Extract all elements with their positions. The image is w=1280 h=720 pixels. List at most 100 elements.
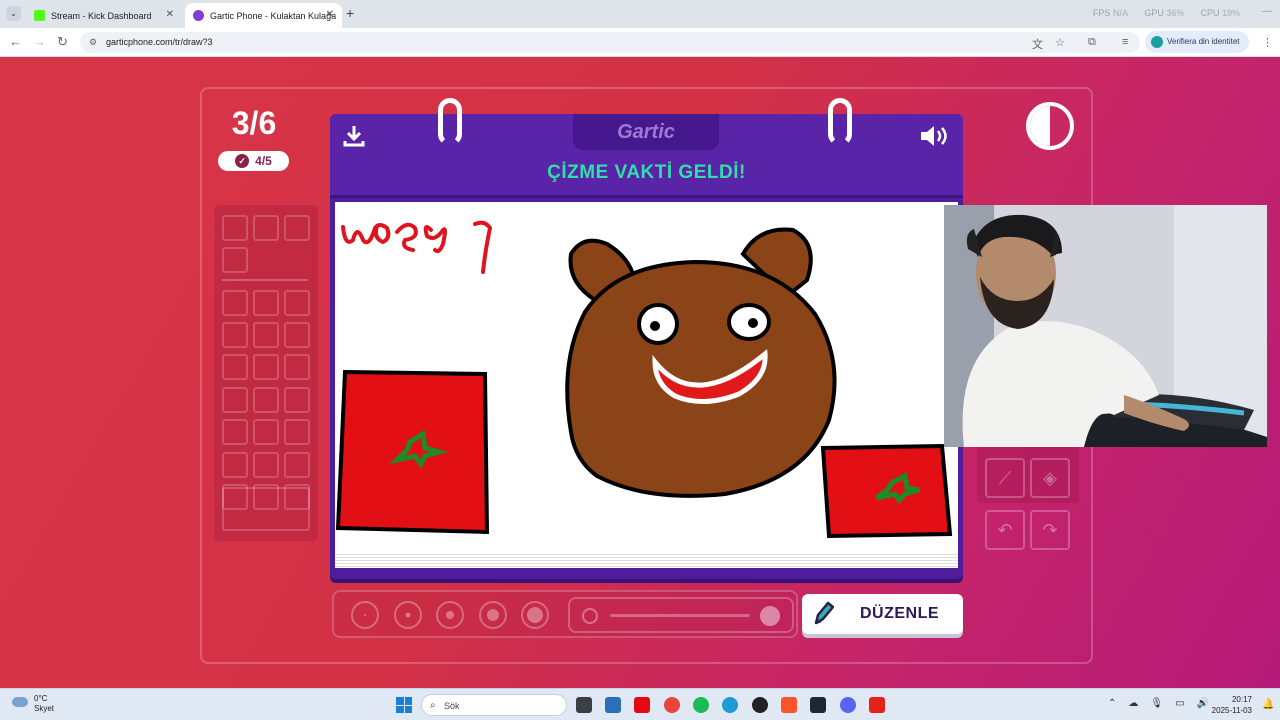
chrome-icon[interactable] bbox=[664, 697, 680, 713]
notebook-header: Gartic ÇİZME VAKTİ GELDİ! bbox=[330, 114, 963, 198]
palette-swatch[interactable] bbox=[253, 322, 279, 348]
forward-icon[interactable]: → bbox=[33, 34, 46, 49]
gpu-label: GPU bbox=[1144, 8, 1164, 18]
opacity-track bbox=[610, 614, 750, 617]
palette-swatch[interactable] bbox=[284, 387, 310, 413]
download-icon[interactable] bbox=[342, 124, 366, 148]
window-controls[interactable]: — bbox=[1262, 6, 1272, 17]
profile-button[interactable]: Verifiera din identitet bbox=[1145, 31, 1249, 53]
steam-icon[interactable] bbox=[810, 697, 826, 713]
brush-size-1[interactable] bbox=[351, 601, 379, 629]
palette-swatch[interactable] bbox=[222, 322, 248, 348]
windows-taskbar: 0°C Skyet ⌕ Sök ⌃ ☁ 🎙 ▭ 🔊 20:17 2025-11-… bbox=[0, 688, 1280, 720]
palette-swatch[interactable] bbox=[284, 322, 310, 348]
menu-icon[interactable]: ⋮ bbox=[1262, 36, 1273, 49]
file-explorer-icon[interactable] bbox=[605, 697, 621, 713]
palette-swatch[interactable] bbox=[253, 452, 279, 478]
tab-kick-dashboard[interactable]: Stream - Kick Dashboard ✕ bbox=[26, 3, 182, 28]
close-tab-icon[interactable]: ✕ bbox=[326, 9, 334, 20]
drawing-canvas[interactable] bbox=[335, 202, 958, 564]
palette-swatch[interactable] bbox=[253, 387, 279, 413]
reading-list-icon[interactable]: ≡ bbox=[1122, 36, 1128, 48]
brush-size-4[interactable] bbox=[479, 601, 507, 629]
webcam-overlay bbox=[944, 205, 1267, 447]
edit-button[interactable]: DÜZENLE bbox=[802, 594, 963, 634]
fill-tool-icon[interactable]: ◈ bbox=[1030, 458, 1070, 498]
palette-swatch[interactable] bbox=[253, 354, 279, 380]
brush-size-2[interactable] bbox=[394, 601, 422, 629]
drawing-svg bbox=[335, 220, 953, 539]
tray-overflow-icon[interactable]: ⌃ bbox=[1108, 698, 1116, 709]
close-tab-icon[interactable]: ✕ bbox=[166, 9, 174, 20]
opacity-knob[interactable] bbox=[760, 606, 780, 626]
search-icon: ⌕ bbox=[430, 700, 436, 711]
palette-swatch[interactable] bbox=[222, 387, 248, 413]
task-view-icon[interactable] bbox=[576, 697, 592, 713]
volume-icon[interactable]: 🔊 bbox=[1197, 698, 1209, 709]
taskbar-clock[interactable]: 20:17 2025-11-03 bbox=[1210, 694, 1252, 716]
site-info-icon[interactable]: ⚙ bbox=[89, 32, 97, 53]
clock-time: 20:17 bbox=[1231, 695, 1252, 704]
tab-search-dropdown[interactable]: ⌄ bbox=[6, 6, 21, 21]
draw-prompt-heading: ÇİZME VAKTİ GELDİ! bbox=[547, 162, 746, 183]
fps-label: FPS bbox=[1092, 8, 1111, 18]
undo-icon[interactable]: ↶ bbox=[985, 510, 1025, 550]
edge-icon[interactable] bbox=[722, 697, 738, 713]
palette-swatch[interactable] bbox=[253, 215, 279, 241]
weather-widget[interactable]: 0°C Skyet bbox=[12, 694, 54, 714]
spotify-icon[interactable] bbox=[693, 697, 709, 713]
line-tool-icon[interactable]: ⟋ bbox=[985, 458, 1025, 498]
tab-gartic-phone[interactable]: Gartic Phone - Kulaktan Kulağa ✕ bbox=[185, 3, 342, 28]
webcam-feed bbox=[944, 205, 1267, 447]
redo-icon[interactable]: ↷ bbox=[1030, 510, 1070, 550]
opacity-min-indicator bbox=[582, 608, 598, 624]
onedrive-icon[interactable]: ☁ bbox=[1128, 698, 1138, 709]
drawing-notebook: Gartic ÇİZME VAKTİ GELDİ! bbox=[330, 98, 963, 579]
microphone-icon[interactable]: 🎙 bbox=[1150, 698, 1163, 709]
brush-size-5[interactable] bbox=[521, 601, 549, 629]
discord-icon[interactable] bbox=[840, 697, 856, 713]
system-stats-overlay: FPS N/A GPU 36% CPU 19% bbox=[1093, 8, 1240, 18]
palette-swatch[interactable] bbox=[222, 290, 248, 316]
palette-swatch[interactable] bbox=[222, 247, 248, 273]
network-icon[interactable]: ▭ bbox=[1175, 698, 1184, 709]
palette-swatch[interactable] bbox=[222, 452, 248, 478]
address-bar[interactable]: ⚙ garticphone.com/tr/draw?3 bbox=[80, 32, 1140, 53]
cpu-value: 19% bbox=[1221, 8, 1240, 18]
tab-title: Stream - Kick Dashboard bbox=[51, 10, 152, 21]
palette-swatch[interactable] bbox=[222, 419, 248, 445]
new-tab-button[interactable]: + bbox=[346, 5, 354, 21]
palette-swatch[interactable] bbox=[284, 419, 310, 445]
sound-icon[interactable] bbox=[918, 122, 950, 150]
palette-swatch[interactable] bbox=[253, 419, 279, 445]
notebook-ring bbox=[828, 98, 852, 146]
notification-bell-icon[interactable]: 🔔 bbox=[1262, 699, 1274, 710]
palette-swatch[interactable] bbox=[222, 215, 248, 241]
brush-size-3[interactable] bbox=[436, 601, 464, 629]
brave-icon[interactable] bbox=[781, 697, 797, 713]
palette-swatch[interactable] bbox=[284, 215, 310, 241]
profile-button-label: Verifiera din identitet bbox=[1167, 37, 1240, 46]
obs-icon[interactable] bbox=[752, 697, 768, 713]
back-icon[interactable]: ← bbox=[9, 34, 22, 49]
taskbar-search[interactable]: ⌕ Sök bbox=[421, 694, 567, 716]
gartic-favicon-icon bbox=[193, 10, 204, 21]
palette-swatch[interactable] bbox=[284, 290, 310, 316]
palette-swatch[interactable] bbox=[253, 290, 279, 316]
bear-head bbox=[565, 259, 837, 498]
custom-color-swatch[interactable] bbox=[222, 487, 310, 531]
netflix-icon[interactable] bbox=[634, 697, 650, 713]
translate-icon[interactable]: 文 bbox=[1032, 36, 1043, 52]
windows-start-icon[interactable] bbox=[396, 697, 412, 713]
system-tray[interactable]: ⌃ ☁ 🎙 ▭ 🔊 bbox=[1108, 698, 1209, 709]
youtube-icon[interactable] bbox=[869, 697, 885, 713]
round-counter: 3/6 bbox=[231, 105, 277, 141]
opacity-slider[interactable] bbox=[568, 597, 794, 633]
palette-swatch[interactable] bbox=[284, 452, 310, 478]
extensions-icon[interactable]: ⧉ bbox=[1088, 36, 1096, 49]
palette-swatch[interactable] bbox=[284, 354, 310, 380]
players-done-badge: ✓ 4/5 bbox=[218, 151, 289, 171]
palette-swatch[interactable] bbox=[222, 354, 248, 380]
bookmark-star-icon[interactable]: ☆ bbox=[1055, 36, 1065, 49]
reload-icon[interactable]: ↻ bbox=[57, 34, 68, 50]
